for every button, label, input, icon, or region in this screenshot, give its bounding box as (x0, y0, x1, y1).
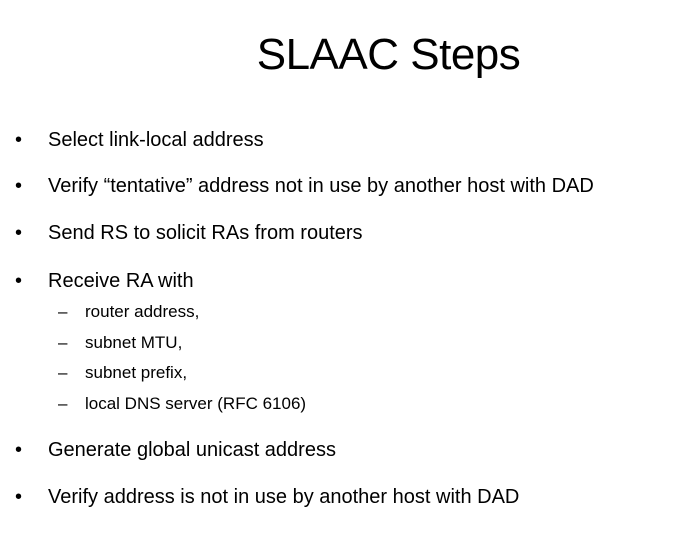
bullet-item-generate-global-unicast: • Generate global unicast address (0, 436, 683, 464)
bullet-text: Verify address is not in use by another … (48, 486, 520, 508)
bullet-icon: • (15, 175, 23, 197)
bullet-icon: • (15, 270, 23, 292)
bullet-text: Generate global unicast address (48, 439, 336, 461)
sub-bullet-text: subnet MTU, (85, 333, 183, 352)
bullet-text: Select link-local address (48, 129, 264, 151)
bullet-text: Send RS to solicit RAs from routers (48, 222, 363, 244)
dash-icon: – (58, 394, 68, 413)
sub-bullet-subnet-mtu: – subnet MTU, (0, 331, 683, 355)
slide: SLAAC Steps • Select link-local address … (0, 0, 683, 543)
bullet-text: Verify “tentative” address not in use by… (48, 175, 594, 197)
bullet-item-verify-tentative: • Verify “tentative” address not in use … (0, 172, 683, 200)
bullet-text: Receive RA with (48, 270, 194, 292)
dash-icon: – (58, 302, 68, 321)
bullet-icon: • (15, 222, 23, 244)
bullet-icon: • (15, 439, 23, 461)
bullet-icon: • (15, 129, 23, 151)
sub-bullet-text: local DNS server (RFC 6106) (85, 394, 307, 413)
dash-icon: – (58, 363, 68, 382)
sub-bullet-local-dns-server: – local DNS server (RFC 6106) (0, 392, 683, 416)
sub-bullet-text: router address, (85, 302, 200, 321)
bullet-item-verify-address-dad: • Verify address is not in use by anothe… (0, 483, 683, 511)
sub-bullet-router-address: – router address, (0, 300, 683, 324)
bullet-item-send-rs: • Send RS to solicit RAs from routers (0, 219, 683, 247)
bullet-item-select-link-local: • Select link-local address (0, 126, 683, 154)
bullet-list: • Select link-local address • Verify “te… (0, 0, 683, 543)
sub-bullet-text: subnet prefix, (85, 363, 188, 382)
sub-bullet-subnet-prefix: – subnet prefix, (0, 361, 683, 385)
bullet-icon: • (15, 486, 23, 508)
bullet-item-receive-ra: • Receive RA with (0, 267, 683, 295)
dash-icon: – (58, 333, 68, 352)
